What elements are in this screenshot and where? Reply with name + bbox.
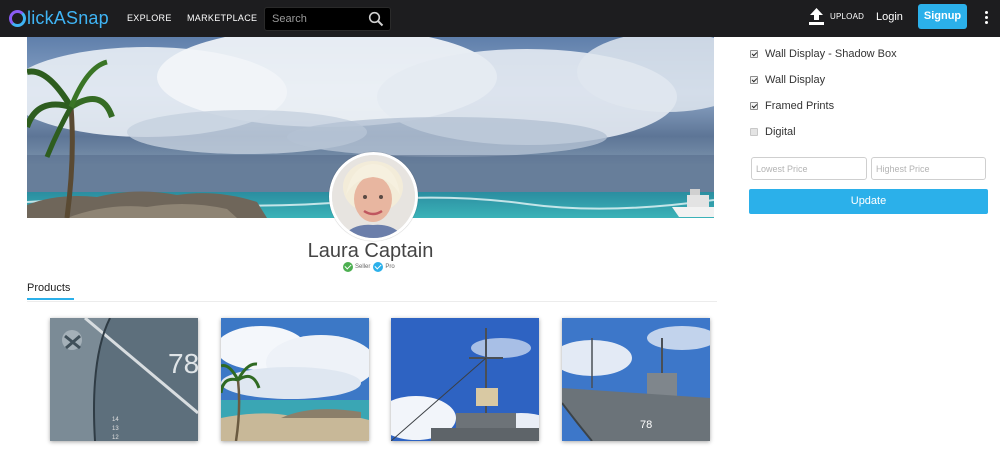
filter-option-wall-display[interactable]: Wall Display: [750, 74, 825, 86]
filter-label: Digital: [765, 126, 796, 138]
filter-label: Framed Prints: [765, 100, 835, 112]
highest-price-input[interactable]: [871, 157, 986, 180]
profile-photo: [332, 155, 415, 238]
product-card[interactable]: [221, 318, 369, 441]
nav-explore-link[interactable]: EXPLORE: [127, 13, 172, 23]
checkbox-checked-icon[interactable]: [750, 76, 758, 84]
upload-button[interactable]: UPLOAD: [808, 7, 864, 26]
signup-button[interactable]: Signup: [918, 4, 967, 29]
upload-label: UPLOAD: [830, 12, 865, 21]
profile-avatar[interactable]: [329, 152, 418, 241]
lowest-price-input[interactable]: [751, 157, 867, 180]
profile-name: Laura Captain: [307, 240, 434, 262]
search-input[interactable]: [265, 8, 365, 30]
svg-text:13: 13: [112, 426, 119, 432]
clickasnap-logo[interactable]: lickASnap: [9, 7, 109, 29]
svg-text:14: 14: [112, 417, 119, 423]
filter-option-digital[interactable]: Digital: [750, 126, 796, 138]
filter-label: Wall Display: [765, 74, 826, 86]
checkbox-unchecked-icon[interactable]: [750, 128, 758, 136]
logo-c-icon: [9, 9, 26, 27]
filter-label: Wall Display - Shadow Box: [765, 48, 897, 60]
product-card[interactable]: 78: [562, 318, 710, 441]
upload-icon: [809, 8, 824, 25]
pro-badge-label: Pro: [385, 264, 395, 270]
logo-text: lickASnap: [27, 7, 109, 28]
svg-text:78: 78: [640, 419, 652, 431]
pro-check-icon: [373, 262, 384, 272]
tab-products-underline: [27, 298, 74, 300]
svg-text:78: 78: [168, 348, 198, 379]
search-icon[interactable]: [368, 11, 384, 27]
more-menu-icon[interactable]: [983, 11, 989, 25]
update-button[interactable]: Update: [749, 189, 988, 214]
product-thumbnail-ship-hull: 78 14 13 12: [50, 318, 198, 441]
top-navigation-bar: lickASnap EXPLORE MARKETPLACE UPLOAD Log…: [0, 0, 1000, 37]
login-link[interactable]: Login: [876, 11, 903, 23]
product-thumbnail-beach: [221, 318, 369, 441]
checkbox-checked-icon[interactable]: [750, 50, 758, 58]
seller-check-icon: [343, 262, 353, 272]
seller-badge-label: Seller: [355, 264, 371, 270]
search-box: [264, 7, 391, 31]
tabs-divider: [27, 301, 717, 302]
filter-option-shadow-box[interactable]: Wall Display - Shadow Box: [750, 48, 897, 60]
product-card[interactable]: [391, 318, 539, 441]
product-thumbnail-ship-mast: [391, 318, 539, 441]
profile-badges: Seller Pro: [343, 262, 398, 272]
product-thumbnail-navy-ship: 78: [562, 318, 710, 441]
checkbox-checked-icon[interactable]: [750, 102, 758, 110]
svg-text:12: 12: [112, 435, 119, 441]
filter-option-framed-prints[interactable]: Framed Prints: [750, 100, 834, 112]
tab-products[interactable]: Products: [27, 282, 70, 294]
nav-marketplace-link[interactable]: MARKETPLACE: [187, 13, 257, 23]
product-card[interactable]: 78 14 13 12: [50, 318, 198, 441]
